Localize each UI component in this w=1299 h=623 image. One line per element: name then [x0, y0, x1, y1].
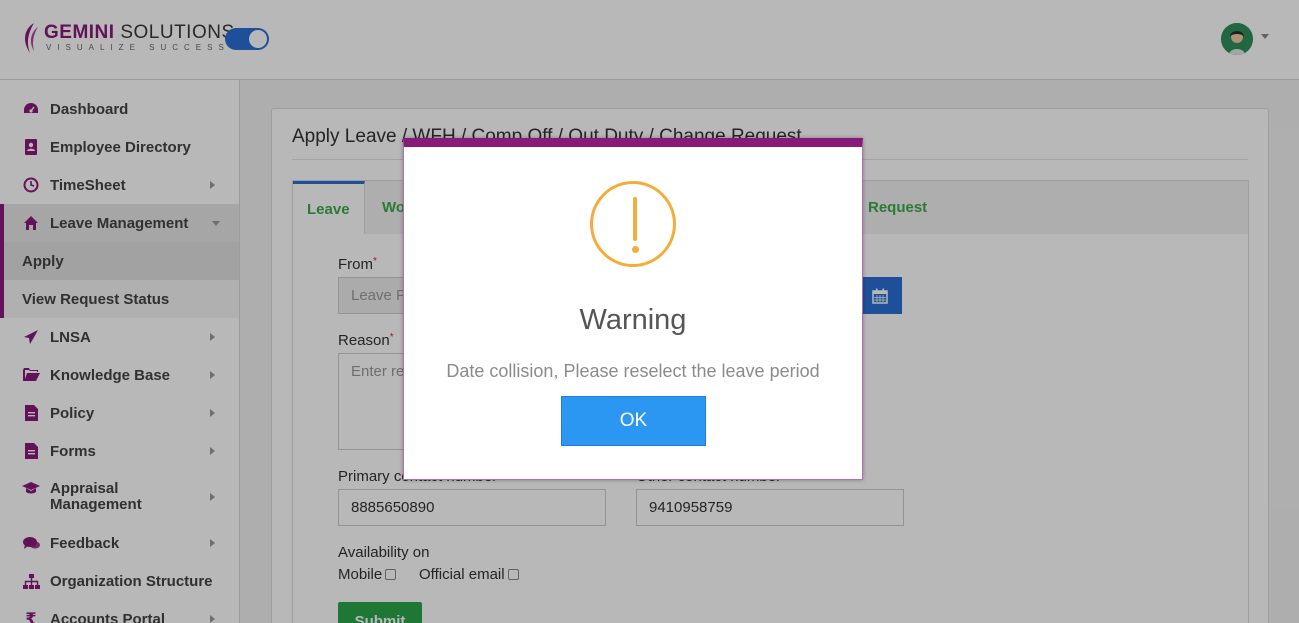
dialog-message: Date collision, Please reselect the leav… [446, 361, 820, 381]
warning-dialog: Warning Date collision, Please reselect … [403, 138, 863, 480]
warning-icon-bar [633, 197, 637, 241]
warning-icon-dot [631, 246, 639, 253]
dialog-title: Warning [579, 304, 687, 336]
warning-icon [590, 181, 676, 267]
ok-button[interactable]: OK [561, 396, 706, 446]
